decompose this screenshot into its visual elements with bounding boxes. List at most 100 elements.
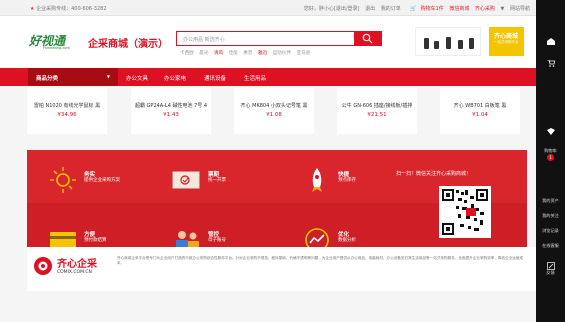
product-image bbox=[424, 38, 429, 49]
right-toolbar: 购物车 1 我的资产 我的关注 浏览记录 在线客服 反馈 bbox=[536, 0, 565, 322]
service-sub: 预点库存 bbox=[338, 178, 356, 183]
product-price: ¥21.51 bbox=[367, 112, 387, 118]
my-orders-link[interactable]: 我的订单 bbox=[381, 6, 401, 12]
top-links: 您好，胖小心[退出/登录] 退出 我的订单 🛒 购物车1件 微信商城 齐心采购 ▼… bbox=[300, 5, 530, 12]
top-bar: ★ 企业采购专线：400-606-3282 您好，胖小心[退出/登录] 退出 我… bbox=[0, 0, 536, 16]
site-nav-link[interactable]: 网站导航 bbox=[510, 6, 530, 12]
service-sub: 预付款结算 bbox=[84, 238, 107, 243]
sun-icon bbox=[50, 167, 76, 193]
product-name: 齐心 MK804 小双头记号笔 黑 bbox=[240, 103, 308, 109]
cart-link[interactable]: 🛒 购物车1件 bbox=[406, 6, 443, 12]
toolbar-label: 购物车 bbox=[544, 148, 557, 153]
qr-pattern bbox=[456, 190, 484, 231]
toolbar-cart-count[interactable]: 购物车 1 bbox=[536, 148, 565, 161]
header-product-banner[interactable] bbox=[415, 27, 481, 56]
toolbar-cart[interactable] bbox=[536, 60, 565, 67]
search-icon bbox=[362, 33, 373, 43]
toolbar-favorites[interactable] bbox=[536, 128, 565, 135]
cart-icon: 🛒 bbox=[410, 6, 417, 12]
footer-description: 齐心商城企采平台是专门为企业用户打造的行政办公采购综合性服务平台。针对企业采购不… bbox=[117, 256, 524, 265]
product-price: ¥1.43 bbox=[163, 112, 179, 118]
product-list: 雷柏 N1020 有线光学鼠标 黑 ¥34.96 超霸 GP24A-L4 碱性电池… bbox=[27, 88, 536, 136]
qr-finder bbox=[442, 223, 454, 235]
toolbar-label: 在线客服 bbox=[542, 243, 559, 248]
rocket-icon bbox=[312, 168, 322, 192]
footer-domain: COMIX.COM.CN bbox=[57, 270, 92, 275]
product-name: 超霸 GP24A-L4 碱性电池 7号 4 bbox=[134, 103, 208, 109]
category-label: 商品分类 bbox=[36, 76, 59, 82]
star-icon: ★ bbox=[30, 6, 35, 12]
hot-keyword[interactable]: 运动伙伴 bbox=[273, 51, 291, 56]
cart-link-label: 购物车1件 bbox=[420, 6, 444, 12]
service-item: 快捷 预点库存 bbox=[302, 166, 374, 196]
nav-item[interactable]: 通讯设备 bbox=[204, 74, 226, 82]
toolbar-label: 反馈 bbox=[546, 270, 555, 275]
cart-icon bbox=[546, 60, 555, 67]
wechat-mall-link[interactable]: 微信商城 bbox=[449, 6, 469, 12]
logo-sub-text: Fsmeeting.com bbox=[43, 46, 70, 50]
toolbar-feedback[interactable]: 反馈 bbox=[536, 262, 565, 275]
nav-item[interactable]: 办公家电 bbox=[164, 74, 186, 82]
mall-title: 企采商城（演示） bbox=[88, 39, 168, 50]
product-price: ¥1.04 bbox=[472, 112, 488, 118]
hot-keyword[interactable]: 惠普 bbox=[243, 51, 252, 56]
qr-title: 扫一扫！微信关注齐心采购商城！ bbox=[396, 171, 472, 177]
product-image bbox=[446, 37, 451, 49]
promo-sub: 一站式采购平台 bbox=[494, 40, 519, 44]
toolbar-item[interactable]: 浏览记录 bbox=[536, 228, 565, 233]
toolbar-home[interactable] bbox=[536, 38, 565, 45]
site-logo[interactable]: 好视通 Fsmeeting.com bbox=[29, 32, 79, 50]
shield-icon bbox=[546, 128, 555, 135]
qixin-logo-icon bbox=[34, 257, 52, 275]
toolbar-item[interactable]: 我的资产 bbox=[536, 198, 565, 203]
page: ★ 企业采购专线：400-606-3282 您好，胖小心[退出/登录] 退出 我… bbox=[0, 0, 565, 322]
hot-keyword[interactable]: 清风 bbox=[214, 51, 223, 56]
header-promo-banner[interactable]: 齐心商城 一站式采购平台 bbox=[489, 27, 524, 56]
product-card[interactable]: 齐心 WB701 白板笔 黑 ¥1.04 bbox=[440, 88, 520, 134]
edit-icon bbox=[546, 262, 555, 270]
product-name: 齐心 WB701 白板笔 黑 bbox=[453, 103, 507, 109]
product-name: 公牛 GN-606 插座/接线板/插排 bbox=[341, 103, 413, 109]
qr-finder bbox=[442, 189, 454, 201]
product-card[interactable]: 齐心 MK804 小双头记号笔 黑 ¥1.08 bbox=[234, 88, 314, 134]
product-name: 雷柏 N1020 有线光学鼠标 黑 bbox=[33, 103, 101, 109]
ticket-icon bbox=[172, 171, 200, 189]
hot-keyword[interactable]: 晨光 bbox=[199, 51, 208, 56]
toolbar-item[interactable]: 我的关注 bbox=[536, 213, 565, 218]
chevron-down-icon: ▼ bbox=[106, 74, 110, 79]
product-card[interactable]: 公牛 GN-606 插座/接线板/插排 ¥21.51 bbox=[337, 88, 417, 134]
service-sub: 数据分析 bbox=[338, 238, 356, 243]
product-image bbox=[458, 40, 463, 49]
hot-keywords: 卡西欧 晨光 清风 佳能 惠普 雅迅 运动伙伴 亚马逊 bbox=[180, 50, 314, 56]
logout-link[interactable]: 退出 bbox=[365, 6, 375, 12]
service-sub: 提供企业采购方案 bbox=[84, 178, 120, 183]
hot-keyword[interactable]: 亚马逊 bbox=[296, 51, 310, 56]
hotline-label: 企业采购专线： bbox=[36, 6, 72, 12]
hotline-number: 400-606-3282 bbox=[71, 6, 107, 12]
qixin-link[interactable]: 齐心采购 bbox=[475, 6, 495, 12]
nav-item[interactable]: 办公文具 bbox=[126, 74, 148, 82]
hot-keyword[interactable]: 佳能 bbox=[229, 51, 238, 56]
search-box[interactable]: 办公用品 新选齐心 bbox=[176, 30, 382, 46]
service-item: 务实 提供企业采购方案 bbox=[48, 166, 120, 196]
product-image bbox=[434, 41, 439, 49]
product-image bbox=[469, 38, 474, 49]
user-greeting[interactable]: 您好，胖小心[退出/登录] bbox=[304, 6, 360, 12]
service-item: 票期 统一开票 bbox=[172, 166, 244, 196]
category-menu[interactable]: 商品分类 ▼ bbox=[28, 68, 118, 86]
nav-item[interactable]: 生活用品 bbox=[244, 74, 266, 82]
toolbar-item[interactable]: 在线客服 bbox=[536, 243, 565, 248]
footer: 齐心企采 COMIX.COM.CN 齐心商城企采平台是专门为企业用户打造的行政办… bbox=[27, 247, 536, 291]
product-card[interactable]: 超霸 GP24A-L4 碱性电池 7号 4 ¥1.43 bbox=[131, 88, 211, 134]
toolbar-label: 我的关注 bbox=[542, 213, 559, 218]
service-sub: 统一开票 bbox=[208, 178, 226, 183]
hot-keyword[interactable]: 卡西欧 bbox=[180, 51, 194, 56]
nav-dropdown-toggle[interactable]: ▼ bbox=[501, 6, 505, 12]
footer-brand: 齐心企采 bbox=[57, 259, 97, 270]
hot-keyword[interactable]: 雅迅 bbox=[258, 51, 267, 56]
search-button[interactable] bbox=[354, 30, 382, 46]
product-card[interactable]: 雷柏 N1020 有线光学鼠标 黑 ¥34.96 bbox=[27, 88, 107, 134]
cart-count-badge: 1 bbox=[547, 154, 554, 161]
search-input[interactable]: 办公用品 新选齐心 bbox=[183, 36, 225, 43]
wechat-qr-code bbox=[439, 186, 491, 238]
